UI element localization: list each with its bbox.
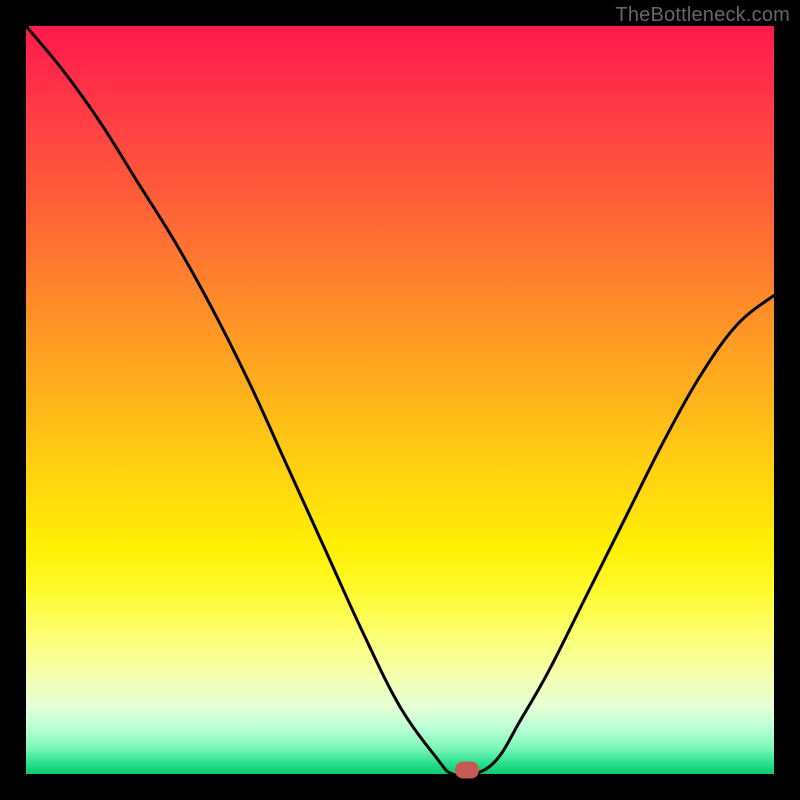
watermark-text: TheBottleneck.com	[615, 4, 790, 27]
plot-area	[26, 26, 774, 774]
optimal-point-marker	[455, 762, 479, 779]
bottleneck-curve	[26, 26, 774, 774]
chart-stage: TheBottleneck.com	[0, 0, 800, 800]
